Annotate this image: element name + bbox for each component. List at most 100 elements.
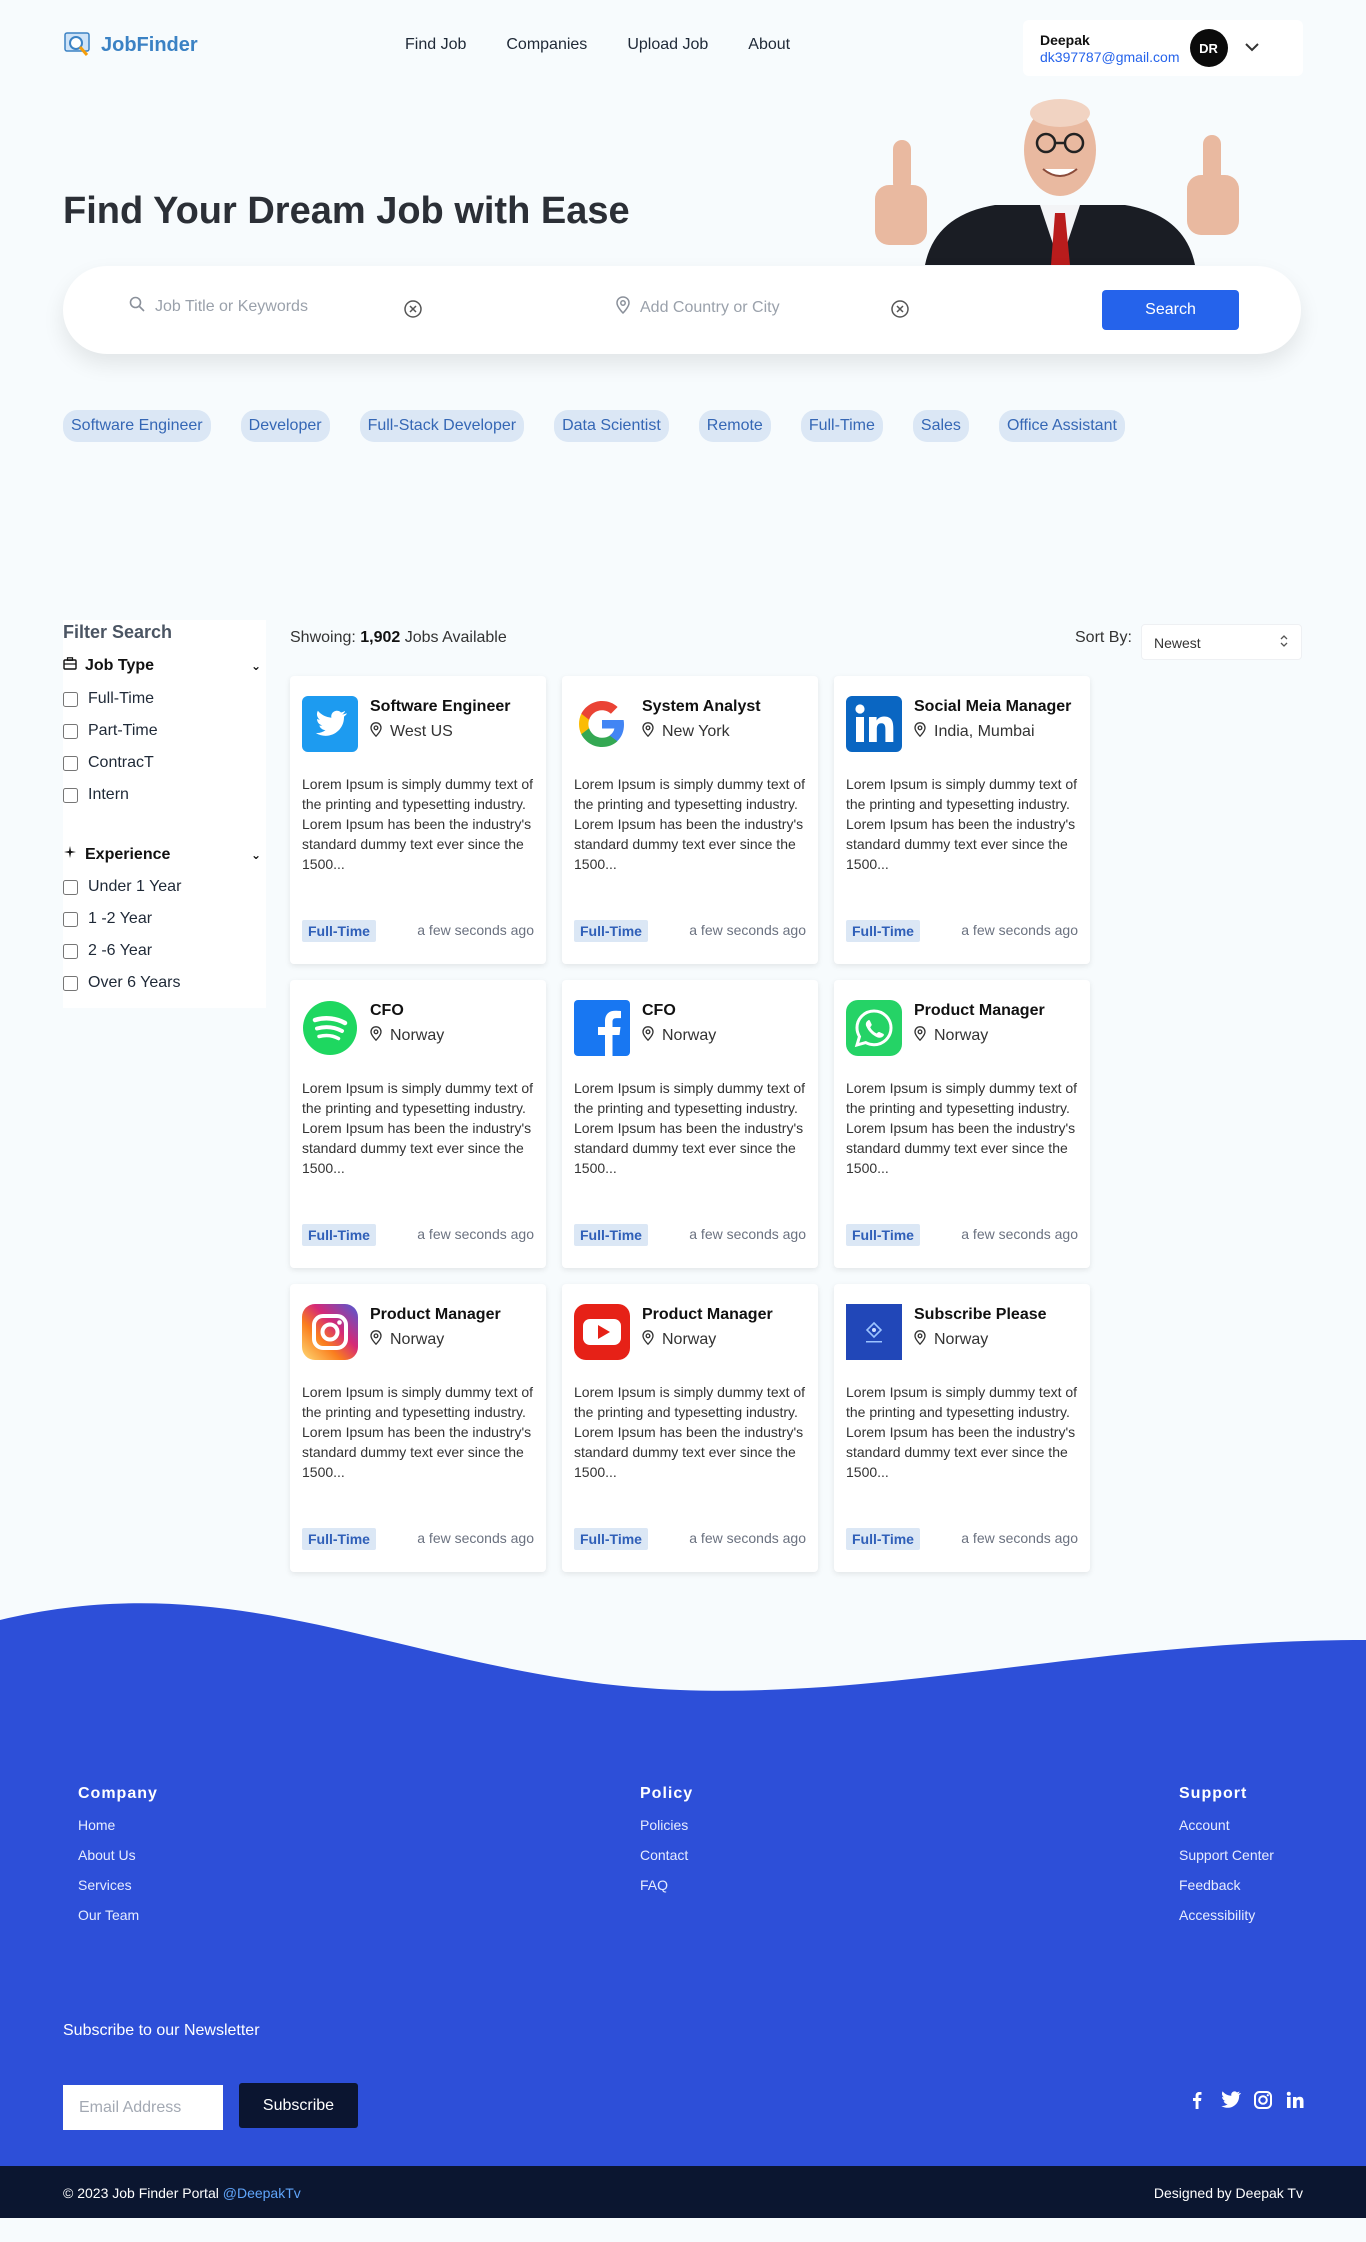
user-menu[interactable]: Deepak dk397787@gmail.com DR — [1023, 20, 1303, 76]
instagram-icon[interactable] — [1253, 2090, 1273, 2115]
facebook-icon[interactable] — [1187, 2090, 1207, 2115]
job-card[interactable]: Social Meia Manager India, Mumbai Lorem Ip… — [834, 676, 1090, 964]
sort-label: Sort By: — [1075, 629, 1132, 646]
1-2-year-checkbox[interactable] — [63, 911, 78, 927]
location-pin-icon — [370, 1026, 382, 1046]
clear-keyword-icon[interactable] — [403, 299, 423, 324]
hero-title: Find Your Dream Job with Ease — [63, 190, 630, 232]
filter-over-6-years[interactable]: Over 6 Years — [63, 974, 181, 992]
chevron-down-icon[interactable] — [1244, 39, 1260, 57]
footer-link-services[interactable]: Services — [78, 1877, 158, 1893]
footer-link-our-team[interactable]: Our Team — [78, 1907, 158, 1923]
job-location: Norway — [370, 1330, 444, 1350]
experience-toggle[interactable]: Experience ⌄ — [63, 845, 263, 864]
instagram-logo-icon — [302, 1304, 358, 1360]
nav-about[interactable]: About — [748, 36, 790, 54]
job-card[interactable]: Subscribe Please Norway Lorem Ipsum is sim… — [834, 1284, 1090, 1572]
brand-logo[interactable]: JobFinder — [63, 30, 198, 60]
job-title[interactable]: Software Engineer — [370, 698, 510, 716]
footer-link-contact[interactable]: Contact — [640, 1847, 693, 1863]
under-1-year-checkbox[interactable] — [63, 879, 78, 895]
linkedin-icon[interactable] — [1285, 2090, 1305, 2115]
job-card[interactable]: CFO Norway Lorem Ipsum is simply dummy tex… — [290, 980, 546, 1268]
location-input[interactable] — [640, 298, 870, 317]
filter-title: Filter Search — [63, 622, 173, 642]
job-title[interactable]: CFO — [642, 1002, 676, 1020]
filter-under-1-year[interactable]: Under 1 Year — [63, 878, 181, 896]
job-title[interactable]: Product Manager — [914, 1002, 1045, 1020]
job-card[interactable]: Product Manager Norway Lorem Ipsum is simp… — [290, 1284, 546, 1572]
whatsapp-logo-icon — [846, 1000, 902, 1056]
tag-remote[interactable]: Remote — [698, 410, 771, 442]
job-card[interactable]: System Analyst New York Lorem Ipsum is sim… — [562, 676, 818, 964]
brand-name: JobFinder — [101, 33, 198, 56]
job-location-text: Norway — [390, 1331, 445, 1348]
job-title[interactable]: Product Manager — [370, 1306, 501, 1324]
tag-full-time[interactable]: Full-Time — [800, 410, 883, 442]
footer-link-feedback[interactable]: Feedback — [1179, 1877, 1274, 1893]
author-handle-link[interactable]: @DeepakTv — [223, 2185, 301, 2201]
tag-full-stack-developer[interactable]: Full-Stack Developer — [359, 410, 525, 442]
full-time-checkbox[interactable] — [63, 691, 78, 707]
nav-companies[interactable]: Companies — [506, 36, 587, 54]
part-time-checkbox[interactable] — [63, 723, 78, 739]
search-icon — [129, 296, 145, 317]
subscribe-button[interactable]: Subscribe — [239, 2083, 358, 2128]
over-6-years-checkbox[interactable] — [63, 975, 78, 991]
tag-software-engineer[interactable]: Software Engineer — [63, 410, 211, 442]
footer-link-home[interactable]: Home — [78, 1817, 158, 1833]
job-title[interactable]: Subscribe Please — [914, 1306, 1047, 1324]
keyword-input[interactable] — [155, 297, 385, 316]
popular-tags: Software Engineer Developer Full-Stack D… — [63, 410, 1125, 442]
job-title[interactable]: System Analyst — [642, 698, 761, 716]
footer-link-support-center[interactable]: Support Center — [1179, 1847, 1274, 1863]
nav-upload-job[interactable]: Upload Job — [627, 36, 708, 54]
youtube-logo-icon — [574, 1304, 630, 1360]
sort-select[interactable]: Newest — [1141, 624, 1302, 660]
job-location-text: Norway — [934, 1331, 989, 1348]
contract-checkbox[interactable] — [63, 755, 78, 771]
footer-link-policies[interactable]: Policies — [640, 1817, 693, 1833]
job-type-badge: Full-Time — [574, 920, 648, 942]
tag-sales[interactable]: Sales — [912, 410, 969, 442]
footer-link-accessibility[interactable]: Accessibility — [1179, 1907, 1274, 1923]
job-type-label: Job Type — [85, 657, 155, 674]
filter-full-time[interactable]: Full-Time — [63, 690, 154, 708]
search-button[interactable]: Search — [1102, 290, 1239, 330]
job-title[interactable]: CFO — [370, 1002, 404, 1020]
job-location: Norway — [642, 1330, 716, 1350]
job-card[interactable]: Product Manager Norway Lorem Ipsum is simp… — [834, 980, 1090, 1268]
filter-1-2-year[interactable]: 1 -2 Year — [63, 910, 152, 928]
job-card[interactable]: CFO Norway Lorem Ipsum is simply dummy tex… — [562, 980, 818, 1268]
footer-link-account[interactable]: Account — [1179, 1817, 1274, 1833]
job-title[interactable]: Social Meia Manager — [914, 698, 1071, 716]
1-2-year-label: 1 -2 Year — [88, 910, 153, 927]
clear-location-icon[interactable] — [890, 299, 910, 324]
job-location-text: Norway — [662, 1331, 717, 1348]
nav-find-job[interactable]: Find Job — [405, 36, 466, 54]
intern-checkbox[interactable] — [63, 787, 78, 803]
job-title[interactable]: Product Manager — [642, 1306, 773, 1324]
over-6-years-label: Over 6 Years — [88, 974, 181, 991]
location-pin-icon — [642, 722, 654, 742]
job-card[interactable]: Product Manager Norway Lorem Ipsum is simp… — [562, 1284, 818, 1572]
job-type-toggle[interactable]: Job Type ⌄ — [63, 657, 263, 675]
job-card[interactable]: Software Engineer West US Lorem Ipsum is s… — [290, 676, 546, 964]
avatar[interactable]: DR — [1189, 29, 1228, 67]
footer-link-about-us[interactable]: About Us — [78, 1847, 158, 1863]
tag-office-assistant[interactable]: Office Assistant — [998, 410, 1125, 442]
job-type-badge: Full-Time — [574, 1528, 648, 1550]
footer-link-faq[interactable]: FAQ — [640, 1877, 693, 1893]
filter-2-6-year[interactable]: 2 -6 Year — [63, 942, 152, 960]
tag-data-scientist[interactable]: Data Scientist — [554, 410, 669, 442]
tag-developer[interactable]: Developer — [240, 410, 330, 442]
2-6-year-checkbox[interactable] — [63, 943, 78, 959]
twitter-icon[interactable] — [1219, 2090, 1241, 2115]
filter-part-time[interactable]: Part-Time — [63, 722, 158, 740]
newsletter-email-input[interactable] — [63, 2085, 223, 2130]
job-location: New York — [642, 722, 730, 742]
location-pin-icon — [616, 296, 630, 319]
filter-intern[interactable]: Intern — [63, 786, 129, 804]
filter-contract[interactable]: ContracT — [63, 754, 154, 772]
user-info: Deepak dk397787@gmail.com — [1040, 32, 1180, 65]
